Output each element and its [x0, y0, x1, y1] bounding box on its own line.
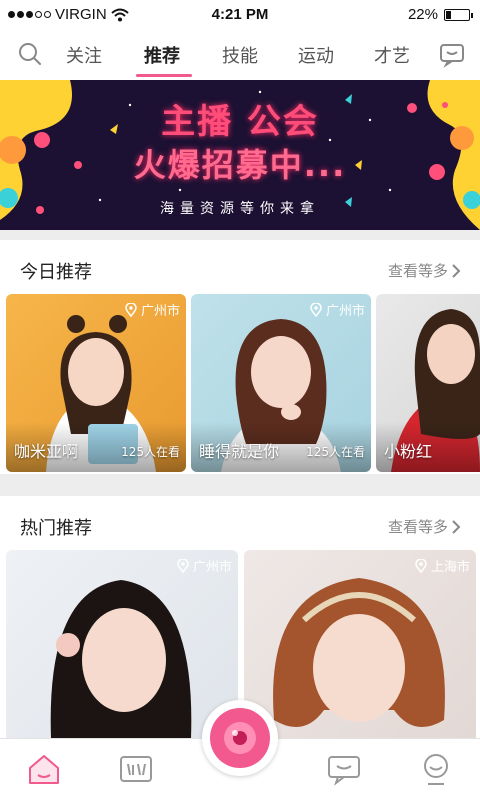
tab-sports[interactable]: 运动 — [298, 42, 334, 68]
today-recommend-section: 今日推荐 查看等多 广州市 咖米亚啊 125人在看 广州市 睡得就是你 125人… — [0, 240, 480, 474]
search-icon[interactable] — [16, 40, 44, 68]
see-more-link[interactable]: 查看等多 — [388, 516, 462, 537]
streamer-card[interactable]: 广州市 咖米亚啊 125人在看 — [6, 294, 186, 472]
location-tag: 广州市 — [177, 556, 232, 575]
streamer-name: 小粉红 — [384, 442, 433, 461]
location-label: 广州市 — [325, 304, 365, 319]
tab-talent[interactable]: 才艺 — [374, 42, 410, 68]
home-icon[interactable] — [26, 751, 62, 787]
location-pin-icon — [415, 558, 427, 573]
location-tag: 上海市 — [415, 556, 470, 575]
message-icon[interactable] — [438, 40, 466, 68]
streamer-card[interactable]: 上海市 — [244, 550, 476, 738]
banner-subtitle: 火爆招募中... — [133, 146, 347, 184]
see-more-link[interactable]: 查看等多 — [388, 260, 462, 281]
viewer-count: 125人在看 — [121, 445, 180, 459]
streamer-name: 睡得就是你 — [199, 442, 280, 461]
location-label: 广州市 — [192, 560, 232, 575]
tab-follow[interactable]: 关注 — [66, 42, 102, 68]
battery-percent: 22% — [407, 6, 438, 23]
location-tag: 广州市 — [125, 300, 180, 319]
battery-icon — [444, 8, 473, 21]
section-title: 今日推荐 — [20, 262, 92, 283]
streamer-card[interactable]: 广州市 睡得就是你 125人在看 — [191, 294, 371, 472]
battery-indicator: 22% — [407, 6, 473, 23]
chevron-right-icon — [452, 263, 461, 278]
tab-recommend[interactable]: 推荐 — [144, 42, 180, 68]
location-pin-icon — [177, 558, 189, 573]
location-pin-icon — [310, 302, 322, 317]
location-label: 上海市 — [430, 560, 470, 575]
profile-icon[interactable] — [418, 751, 454, 787]
record-button[interactable] — [202, 700, 278, 776]
section-title: 热门推荐 — [20, 518, 92, 539]
banner-title: 主播 公会 — [161, 102, 319, 142]
streamer-photo — [273, 578, 445, 728]
chat-icon[interactable] — [326, 751, 362, 787]
streamer-name: 咖米亚啊 — [14, 442, 79, 461]
see-more-label: 查看等多 — [387, 262, 448, 280]
active-tab-indicator — [136, 74, 192, 77]
see-more-label: 查看等多 — [387, 518, 448, 536]
tab-skills[interactable]: 技能 — [222, 42, 258, 68]
promo-banner[interactable]: 主播 公会 火爆招募中... 海量资源等你来拿 — [0, 80, 480, 230]
streamer-card[interactable]: 小粉红 — [376, 294, 480, 472]
location-tag: 广州市 — [310, 300, 365, 319]
location-pin-icon — [125, 302, 137, 317]
chevron-right-icon — [452, 519, 461, 534]
location-label: 广州市 — [140, 304, 180, 319]
top-tab-bar: 关注 推荐 技能 运动 才艺 — [0, 30, 480, 80]
record-icon — [210, 708, 270, 768]
viewer-count: 125人在看 — [306, 445, 365, 459]
banner-caption: 海量资源等你来拿 — [160, 201, 320, 217]
video-icon[interactable] — [118, 751, 154, 787]
status-bar: VIRGIN 4:21 PM 22% — [0, 0, 480, 30]
